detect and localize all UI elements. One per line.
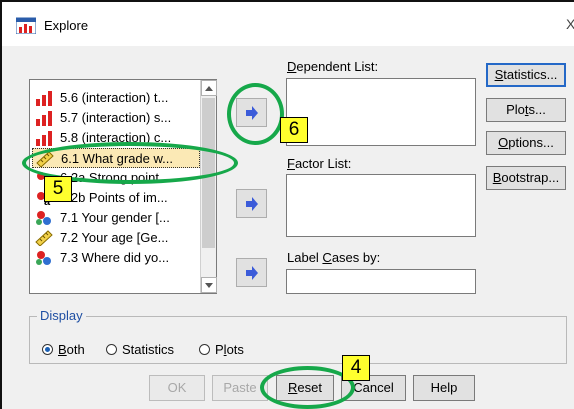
close-icon[interactable]: X	[566, 16, 574, 32]
ordinal-bar-icon	[36, 91, 52, 106]
variable-item[interactable]: 7.1 Your gender [...	[32, 208, 200, 228]
radio-selected-icon	[42, 344, 53, 355]
ordinal-bar-icon	[36, 111, 52, 126]
radio-unselected-icon	[199, 344, 210, 355]
variable-item[interactable]: 5.6 (interaction) t...	[32, 88, 200, 108]
help-button[interactable]: Help	[413, 375, 475, 401]
arrow-right-icon	[246, 197, 258, 211]
variable-item-label: 7.1 Your gender [...	[60, 210, 170, 225]
variable-item-label: 5.6 (interaction) t...	[60, 90, 169, 105]
variable-item-label: 5.7 (interaction) s...	[60, 110, 172, 125]
move-to-factor-button[interactable]	[236, 189, 267, 218]
highlight-ring-arrow	[227, 83, 284, 145]
ordinal-bar-icon	[36, 131, 52, 146]
radio-unselected-icon	[106, 344, 117, 355]
nominal-people-icon	[36, 211, 51, 225]
dependent-list-label: Dependent List:	[287, 59, 379, 74]
ok-button[interactable]: OK	[149, 375, 205, 401]
nominal-people-icon	[36, 251, 51, 265]
statistics-button[interactable]: Statistics...	[486, 63, 566, 87]
variable-list-scrollbar[interactable]	[200, 80, 217, 293]
display-group-title: Display	[37, 308, 86, 323]
callout-step-5: 5	[44, 176, 72, 202]
scale-ruler-icon	[35, 230, 53, 246]
display-group: Display Both Statistics Plots	[29, 308, 567, 364]
scroll-down-icon[interactable]	[201, 277, 217, 293]
variable-item[interactable]: 7.2 Your age [Ge...	[32, 228, 200, 248]
factor-list-box[interactable]	[286, 174, 476, 237]
explore-app-icon	[16, 17, 36, 34]
dependent-list-box[interactable]	[286, 78, 476, 146]
variable-item[interactable]: 5.7 (interaction) s...	[32, 108, 200, 128]
variable-item-label: 6.2b Points of im...	[60, 190, 168, 205]
variable-item-label: 7.3 Where did yo...	[60, 250, 170, 265]
arrow-right-icon	[246, 266, 258, 280]
scroll-up-icon[interactable]	[201, 80, 217, 96]
highlight-ring-reset	[260, 366, 355, 409]
bootstrap-button[interactable]: Bootstrap...	[486, 166, 566, 190]
factor-list-label: Factor List:	[287, 156, 352, 171]
title-bar: Explore X	[2, 2, 574, 46]
callout-step-6: 6	[280, 117, 308, 143]
label-cases-label: Label Cases by:	[287, 250, 381, 265]
variable-item-label: 7.2 Your age [Ge...	[60, 230, 169, 245]
options-button[interactable]: Options...	[486, 131, 566, 155]
label-cases-field[interactable]	[286, 269, 476, 294]
move-to-label-cases-button[interactable]	[236, 258, 267, 287]
plots-button[interactable]: Plots...	[486, 98, 566, 122]
callout-step-4: 4	[342, 355, 370, 381]
variable-item[interactable]: 7.3 Where did yo...	[32, 248, 200, 268]
window-title: Explore	[44, 18, 89, 33]
